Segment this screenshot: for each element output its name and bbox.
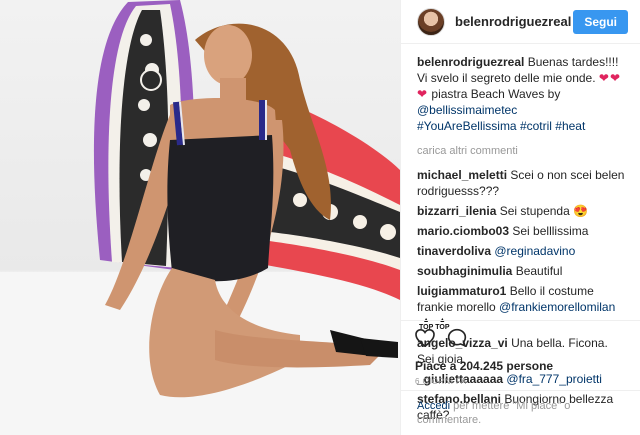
comment-username[interactable]: bizzarri_ilenia [417,204,496,218]
comment-username[interactable]: michael_meletti [417,168,507,182]
post-sidebar: belenrodriguezreal Segui belenrodriguezr… [400,0,640,435]
comment-username[interactable]: luigiammaturo1 [417,284,506,298]
load-more-comments[interactable]: carica altri commenti [417,143,626,159]
comment-text: Beautiful [515,264,563,278]
photo-illustration [0,0,400,435]
comment-username[interactable]: tinaverdoliva [417,244,491,258]
comment-mention[interactable]: @reginadavino [494,244,575,258]
comment-item: soubhaginimulia Beautiful [417,263,626,279]
caption-text-2: piastra Beach Waves by [428,87,561,101]
comment-username[interactable]: soubhaginimulia [417,264,512,278]
comment-item: tinaverdoliva @reginadavino [417,243,626,259]
heart-icon[interactable] [415,328,435,352]
comment-text: Sei belllissima [512,224,589,238]
post-caption: belenrodriguezreal Buenas tardes!!!! Vi … [417,54,626,134]
post-actions: Piace a 204.245 persone 6 GIORNI FA [401,320,640,386]
avatar[interactable] [417,7,445,36]
post-timestamp: 6 GIORNI FA [415,377,467,386]
action-icons [415,328,627,353]
comment-icon[interactable] [447,328,467,353]
caption-hashtags[interactable]: #YouAreBellissima #cotril #heat [417,119,585,133]
caption-mention[interactable]: @bellissimaimetec [417,103,517,117]
comment-username[interactable]: mario.ciombo03 [417,224,509,238]
login-link[interactable]: Accedi [417,400,450,412]
caption-username[interactable]: belenrodriguezreal [417,55,524,69]
post-photo [0,0,400,435]
comment-text: Sei stupenda 😍 [499,204,589,218]
login-prompt: Accedi per mettere "Mi piace" o commenta… [401,390,640,427]
comment-mention[interactable]: @frankiemorellomilan [499,300,615,314]
comment-item: bizzarri_ilenia Sei stupenda 😍 [417,203,626,219]
likes-count[interactable]: Piace a 204.245 persone [415,359,627,373]
follow-button[interactable]: Segui [573,9,628,34]
header-username[interactable]: belenrodriguezreal [455,14,573,29]
comment-item: mario.ciombo03 Sei belllissima [417,223,626,239]
post-header: belenrodriguezreal Segui [401,0,640,44]
comment-item: michael_meletti Scei o non scei belen ro… [417,167,626,199]
